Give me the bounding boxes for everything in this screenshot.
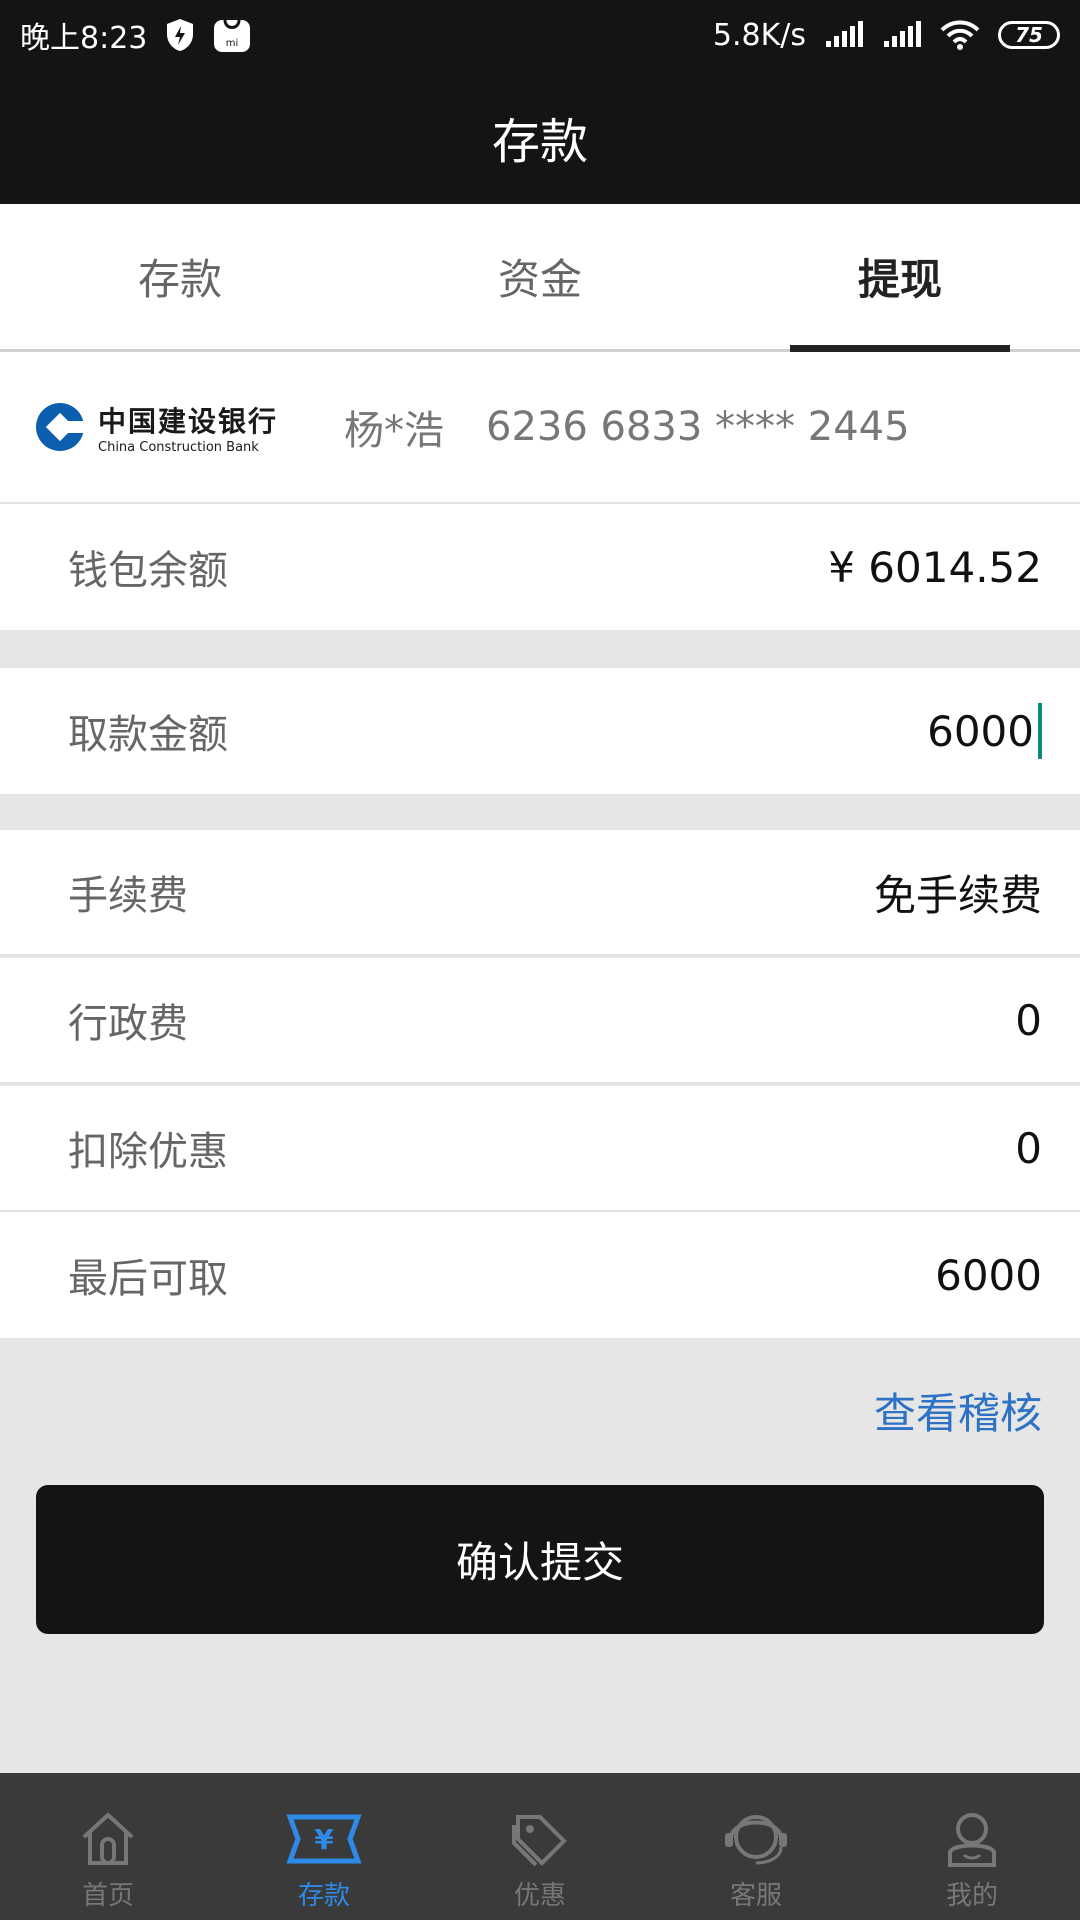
bottom-nav: 首页 ¥ 存款 优惠 客服 我的 (0, 1773, 1080, 1920)
fee-label: 手续费 (68, 873, 188, 919)
nav-item-promotions[interactable]: 优惠 (432, 1773, 648, 1920)
nav-label-promotions: 优惠 (513, 1881, 566, 1911)
shield-icon (165, 18, 195, 52)
yuan-card-icon: ¥ (286, 1814, 362, 1864)
admin-fee-label: 行政费 (68, 1001, 188, 1047)
status-left: 晚上8:23 mi (20, 13, 251, 57)
text-caret (1038, 703, 1042, 759)
balance-row: 钱包余额 ¥ 6014.52 (0, 504, 1080, 630)
signal-icon (824, 21, 864, 49)
fee-row: 手续费 免手续费 (0, 830, 1080, 956)
tab-withdraw[interactable]: 提现 (720, 204, 1080, 352)
card-holder: 杨*浩 (344, 408, 444, 454)
user-icon (948, 1813, 996, 1867)
signal-icon (882, 21, 922, 49)
tag-icon (512, 1815, 567, 1867)
ccb-logo-icon (36, 403, 86, 451)
nav-label-home: 首页 (81, 1881, 134, 1911)
net-speed: 5.8K/s (712, 17, 806, 53)
final-amount-label: 最后可取 (68, 1256, 228, 1302)
nav-item-home[interactable]: 首页 (0, 1773, 216, 1920)
nav-label-support: 客服 (729, 1881, 782, 1911)
withdraw-amount-label: 取款金额 (68, 712, 228, 758)
bank-card-row[interactable]: 中国建设银行 China Construction Bank 杨*浩 6236 … (0, 352, 1080, 504)
final-amount-value: 6000 (935, 1250, 1042, 1300)
discount-deduction-value: 0 (1015, 1123, 1042, 1173)
balance-value: ¥ 6014.52 (828, 542, 1042, 592)
bank-name-en: China Construction Bank (98, 439, 259, 455)
tab-bar: 存款 资金 提现 (0, 204, 1080, 352)
header: 存款 (0, 70, 1080, 204)
headset-icon (725, 1815, 787, 1865)
nav-label-deposit: 存款 (297, 1881, 350, 1911)
admin-fee-row: 行政费 0 (0, 958, 1080, 1084)
withdraw-amount-row[interactable]: 取款金额 (0, 668, 1080, 794)
admin-fee-value: 0 (1015, 995, 1042, 1045)
nav-item-profile[interactable]: 我的 (864, 1773, 1080, 1920)
tab-funds[interactable]: 资金 (360, 204, 720, 349)
nav-item-deposit[interactable]: ¥ 存款 (216, 1773, 432, 1920)
discount-deduction-row: 扣除优惠 0 (0, 1086, 1080, 1212)
fee-value: 免手续费 (873, 870, 1042, 920)
svg-text:mi: mi (226, 38, 239, 49)
bank-name-cn: 中国建设银行 (98, 404, 279, 438)
page-title: 存款 (491, 114, 588, 170)
nav-item-support[interactable]: 客服 (648, 1773, 864, 1920)
discount-deduction-label: 扣除优惠 (68, 1129, 228, 1175)
home-icon (82, 1812, 134, 1865)
battery-icon: 75 (998, 21, 1060, 49)
mi-store-icon: mi (213, 16, 251, 54)
status-right: 5.8K/s 75 (713, 18, 1060, 53)
balance-label: 钱包余额 (68, 548, 228, 594)
tab-deposit[interactable]: 存款 (0, 204, 360, 349)
card-number: 6236 6833 **** 2445 (486, 404, 910, 450)
nav-label-profile: 我的 (945, 1881, 998, 1911)
final-amount-row: 最后可取 6000 (0, 1212, 1080, 1338)
wifi-icon (940, 20, 980, 50)
status-bar: 晚上8:23 mi 5.8K/s 75 (0, 0, 1080, 70)
submit-button[interactable]: 确认提交 (36, 1485, 1044, 1634)
status-time: 晚上8:23 (20, 21, 148, 56)
bank-logo: 中国建设银行 China Construction Bank (34, 400, 344, 455)
bank-name: 中国建设银行 China Construction Bank (98, 400, 278, 455)
svg-text:¥: ¥ (314, 1823, 334, 1856)
view-audit-link[interactable]: 查看稽核 (874, 1380, 1042, 1441)
withdraw-amount-input[interactable] (732, 705, 1036, 757)
